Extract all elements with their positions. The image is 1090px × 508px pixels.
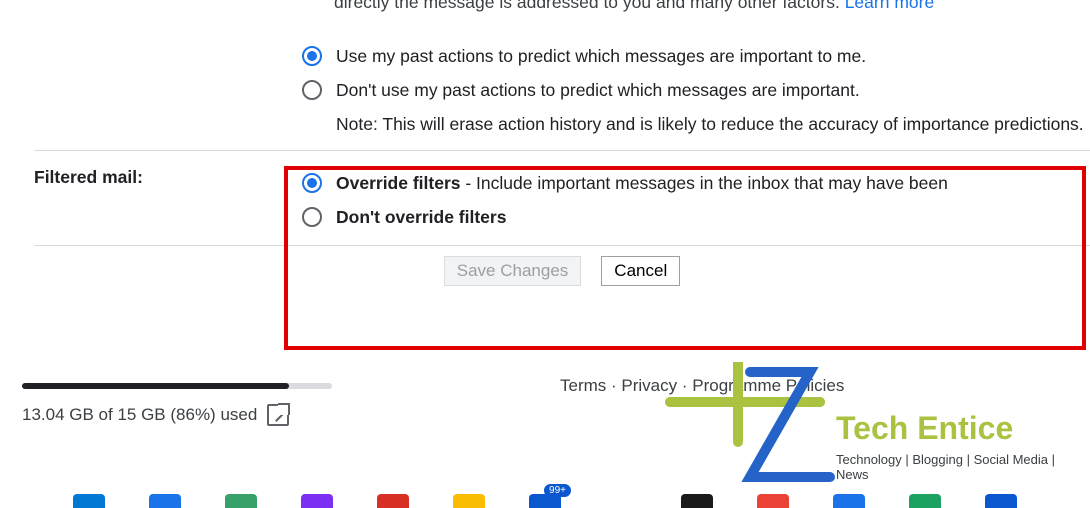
cancel-button[interactable]: Cancel xyxy=(601,256,680,286)
taskbar-mail-icon[interactable]: 99+ xyxy=(529,494,561,508)
predict-note: Note: This will erase action history and… xyxy=(336,110,1090,138)
terms-link[interactable]: Terms xyxy=(560,376,606,395)
storage-meter xyxy=(22,383,332,389)
taskbar-app-icon[interactable] xyxy=(225,494,257,508)
filtered-mail-label: Filtered mail: xyxy=(34,163,302,191)
dont-override-filters-radio[interactable] xyxy=(302,207,322,227)
storage-meter-fill xyxy=(22,383,289,389)
watermark-tagline: Technology | Blogging | Social Media | N… xyxy=(836,452,1090,482)
windows-taskbar: 99+ xyxy=(0,490,1090,508)
watermark-brand: Tech Entice xyxy=(836,410,1013,447)
taskbar-app-icon[interactable] xyxy=(605,494,637,508)
open-in-new-icon[interactable] xyxy=(267,404,289,426)
taskbar-windows-icon[interactable] xyxy=(73,494,105,508)
storage-text: 13.04 GB of 15 GB (86%) used xyxy=(22,405,257,425)
predict-use-past-label: Use my past actions to predict which mes… xyxy=(336,42,1090,70)
footer-links: Terms · Privacy · Programme Policies xyxy=(560,376,844,396)
privacy-link[interactable]: Privacy xyxy=(621,376,677,395)
predict-use-past-radio[interactable] xyxy=(302,46,322,66)
taskbar-app-icon[interactable] xyxy=(909,494,941,508)
taskbar-app-icon[interactable] xyxy=(377,494,409,508)
predict-dont-use-radio[interactable] xyxy=(302,80,322,100)
taskbar-app-icon[interactable] xyxy=(301,494,333,508)
override-filters-radio[interactable] xyxy=(302,173,322,193)
taskbar-explorer-icon[interactable] xyxy=(453,494,485,508)
predict-dont-use-label: Don't use my past actions to predict whi… xyxy=(336,76,1090,104)
taskbar-app-icon[interactable] xyxy=(757,494,789,508)
notification-badge: 99+ xyxy=(544,484,571,497)
taskbar-search-icon[interactable] xyxy=(149,494,181,508)
taskbar-app-icon[interactable] xyxy=(681,494,713,508)
divider xyxy=(34,245,1090,246)
save-changes-button: Save Changes xyxy=(444,256,582,286)
taskbar-app-icon[interactable] xyxy=(985,494,1017,508)
override-filters-label: Override filters - Include important mes… xyxy=(336,169,1090,197)
previous-section-cutoff: directly the message is addressed to you… xyxy=(334,0,934,16)
taskbar-app-icon[interactable] xyxy=(833,494,865,508)
learn-more-link[interactable]: Learn more xyxy=(845,0,935,12)
dont-override-filters-label: Don't override filters xyxy=(336,203,1090,231)
programme-policies-link[interactable]: Programme Policies xyxy=(692,376,844,395)
